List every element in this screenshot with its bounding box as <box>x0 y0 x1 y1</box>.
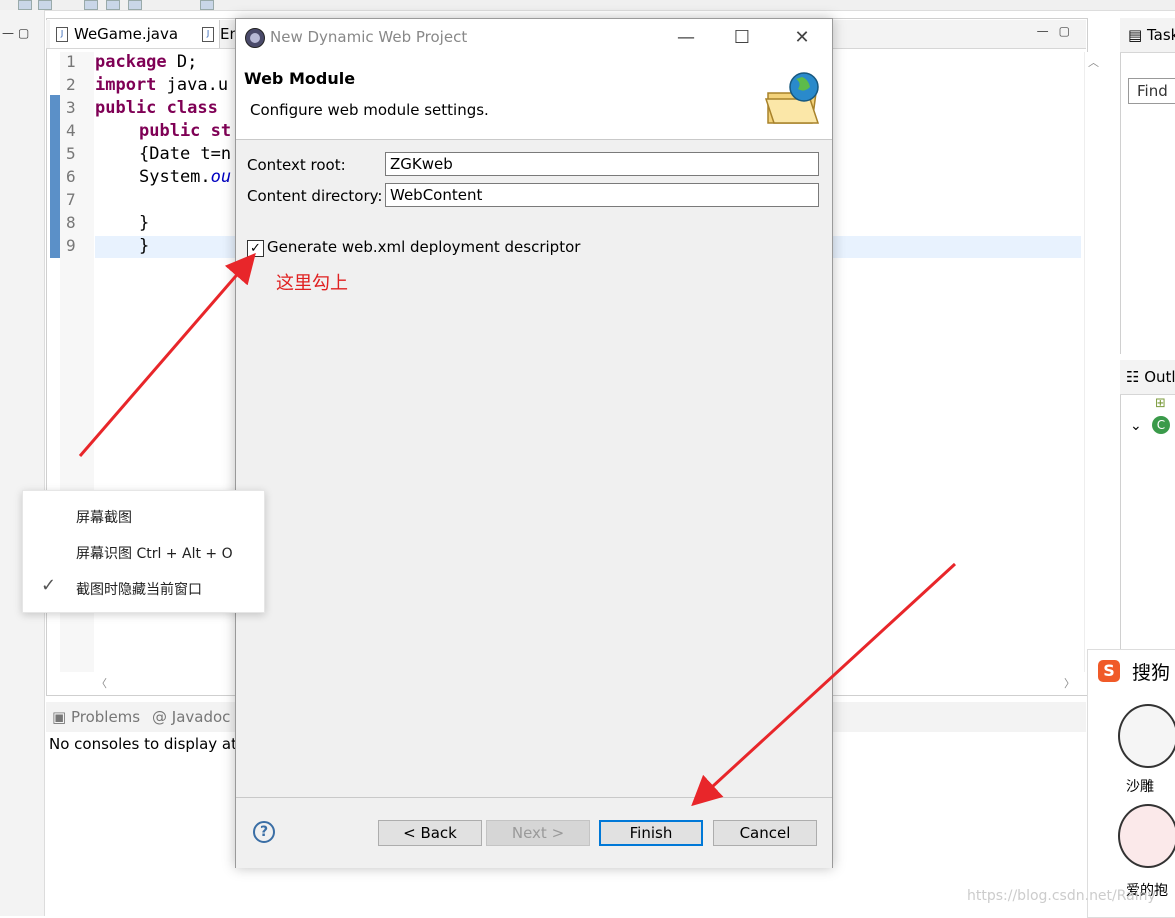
arrow-to-checkbox <box>78 252 256 457</box>
annotation-arrows <box>78 252 957 807</box>
arrow-to-finish <box>691 562 957 807</box>
